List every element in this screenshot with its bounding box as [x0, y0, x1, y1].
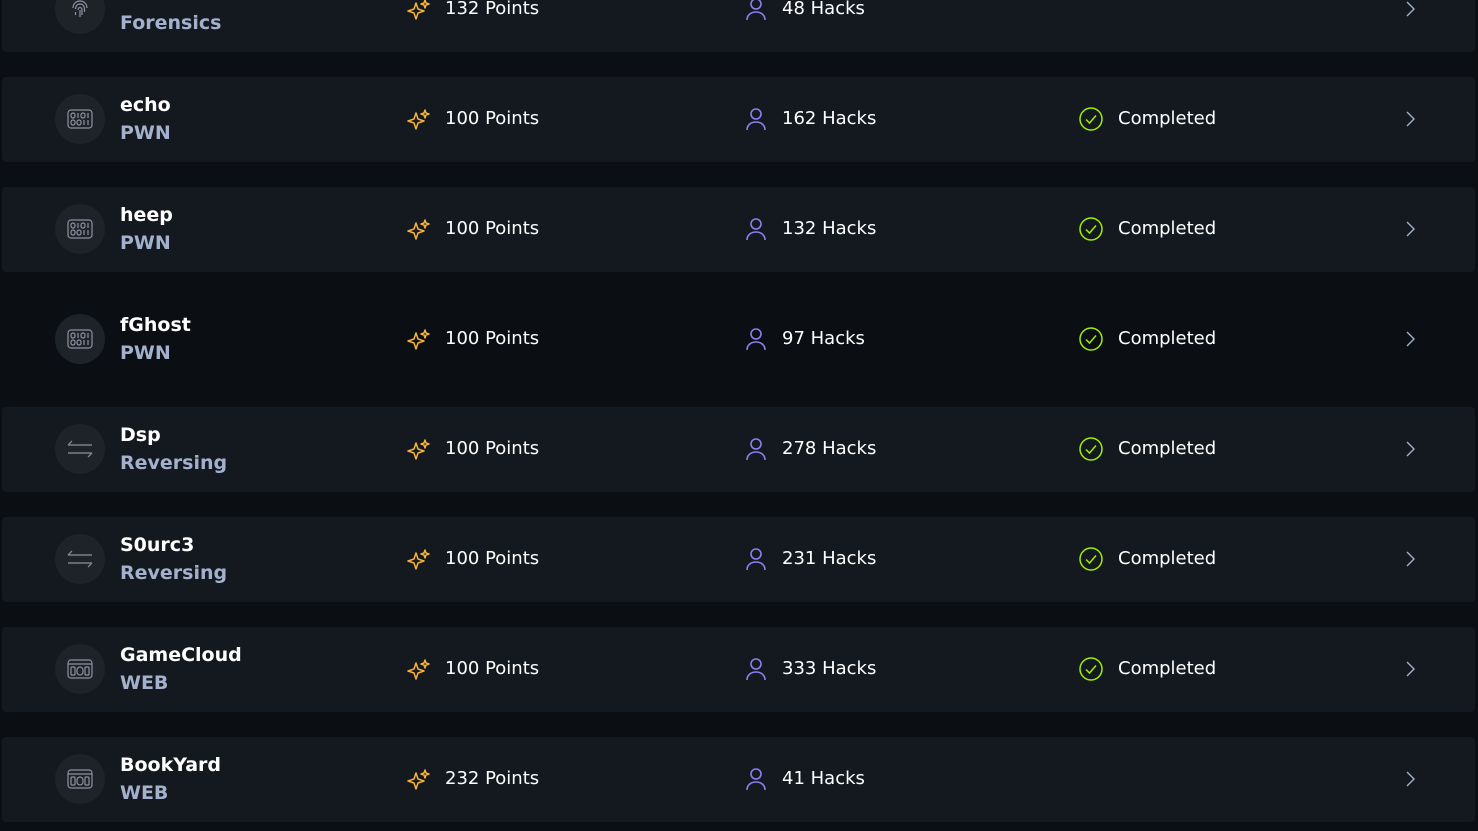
user-icon — [746, 0, 766, 21]
check-circle-icon — [1079, 437, 1103, 461]
challenge-hacks: 48 Hacks — [782, 0, 865, 19]
binary-icon — [67, 109, 93, 129]
challenge-hacks: 97 Hacks — [782, 328, 865, 349]
challenge-name: Dsp — [120, 424, 161, 446]
challenge-status: Completed — [1118, 328, 1217, 349]
challenge-points: 132 Points — [445, 0, 540, 19]
challenge-avatar — [55, 0, 105, 34]
check-circle-icon — [1079, 107, 1103, 131]
check-circle-icon — [1079, 547, 1103, 571]
sparkles-icon — [407, 219, 430, 240]
user-icon — [746, 768, 766, 791]
challenge-name: S0urc3 — [120, 534, 195, 556]
check-circle-icon — [1079, 327, 1103, 351]
challenge-hacks: 41 Hacks — [782, 768, 865, 789]
challenge-hacks: 278 Hacks — [782, 438, 877, 459]
sparkles-icon — [407, 439, 430, 460]
challenge-avatar — [55, 534, 105, 584]
chevron-right-icon[interactable] — [1400, 439, 1420, 459]
challenge-name: fGhost — [120, 314, 191, 336]
challenge-category: PWN — [120, 122, 171, 144]
challenge-points: 100 Points — [445, 108, 540, 129]
user-icon — [746, 548, 766, 571]
binary-icon — [67, 329, 93, 349]
challenge-name: echo — [120, 94, 171, 116]
challenge-status: Completed — [1118, 218, 1217, 239]
chevron-right-icon[interactable] — [1400, 549, 1420, 569]
user-icon — [746, 218, 766, 241]
chevron-right-icon[interactable] — [1400, 109, 1420, 129]
challenge-avatar — [55, 314, 105, 364]
chevron-right-icon[interactable] — [1400, 0, 1420, 19]
user-icon — [746, 328, 766, 351]
user-icon — [746, 658, 766, 681]
challenge-hacks: 231 Hacks — [782, 548, 877, 569]
chevron-right-icon[interactable] — [1400, 769, 1420, 789]
challenge-hacks: 162 Hacks — [782, 108, 877, 129]
challenge-status: Completed — [1118, 438, 1217, 459]
challenge-points: 100 Points — [445, 218, 540, 239]
challenge-category: WEB — [120, 672, 169, 694]
challenge-row[interactable]: fGhost PWN 100 Points 97 Hacks Completed — [2, 297, 1475, 382]
challenge-category: Reversing — [120, 562, 228, 584]
challenge-points: 100 Points — [445, 438, 540, 459]
challenge-avatar — [55, 424, 105, 474]
challenge-avatar — [55, 644, 105, 694]
challenge-status: Completed — [1118, 108, 1217, 129]
arrows-icon — [67, 550, 93, 568]
sparkles-icon — [407, 549, 430, 570]
challenge-name: heep — [120, 204, 173, 226]
challenge-avatar — [55, 754, 105, 804]
challenge-category: WEB — [120, 782, 169, 804]
check-circle-icon — [1079, 657, 1103, 681]
browser-icon — [67, 769, 93, 789]
user-icon — [746, 108, 766, 131]
challenge-row[interactable]: BookYard WEB 232 Points 41 Hacks — [2, 737, 1475, 822]
challenge-category: PWN — [120, 342, 171, 364]
challenge-points: 100 Points — [445, 328, 540, 349]
challenge-row[interactable]: echo PWN 100 Points 162 Hacks Completed — [2, 77, 1475, 162]
challenge-row[interactable]: S0urc3 Reversing 100 Points 231 Hacks Co… — [2, 517, 1475, 602]
binary-icon — [67, 219, 93, 239]
sparkles-icon — [407, 659, 430, 680]
challenge-status: Completed — [1118, 548, 1217, 569]
challenge-points: 100 Points — [445, 658, 540, 679]
challenge-category: Forensics — [120, 12, 222, 34]
challenge-hacks: 333 Hacks — [782, 658, 877, 679]
challenge-hacks: 132 Hacks — [782, 218, 877, 239]
challenge-avatar — [55, 204, 105, 254]
challenge-category: Reversing — [120, 452, 228, 474]
challenge-row[interactable]: GameCloud WEB 100 Points 333 Hacks Compl… — [2, 627, 1475, 712]
challenge-name: GameCloud — [120, 644, 242, 666]
browser-icon — [67, 659, 93, 679]
chevron-right-icon[interactable] — [1400, 219, 1420, 239]
challenge-row[interactable]: heep PWN 100 Points 132 Hacks Completed — [2, 187, 1475, 272]
check-circle-icon — [1079, 217, 1103, 241]
chevron-right-icon[interactable] — [1400, 659, 1420, 679]
challenge-row[interactable]: Dsp Reversing 100 Points 278 Hacks Compl… — [2, 407, 1475, 492]
arrows-icon — [67, 440, 93, 458]
challenge-points: 100 Points — [445, 548, 540, 569]
challenge-points: 232 Points — [445, 768, 540, 789]
challenge-category: PWN — [120, 232, 171, 254]
challenge-avatar — [55, 94, 105, 144]
sparkles-icon — [407, 769, 430, 790]
sparkles-icon — [407, 329, 430, 350]
user-icon — [746, 438, 766, 461]
fingerprint-icon — [72, 0, 88, 17]
sparkles-icon — [407, 0, 430, 20]
challenge-row[interactable]: Forensics 132 Points 48 Hacks — [2, 0, 1475, 52]
challenge-name: BookYard — [120, 754, 222, 776]
sparkles-icon — [407, 109, 430, 130]
challenge-status: Completed — [1118, 658, 1217, 679]
chevron-right-icon[interactable] — [1400, 329, 1420, 349]
